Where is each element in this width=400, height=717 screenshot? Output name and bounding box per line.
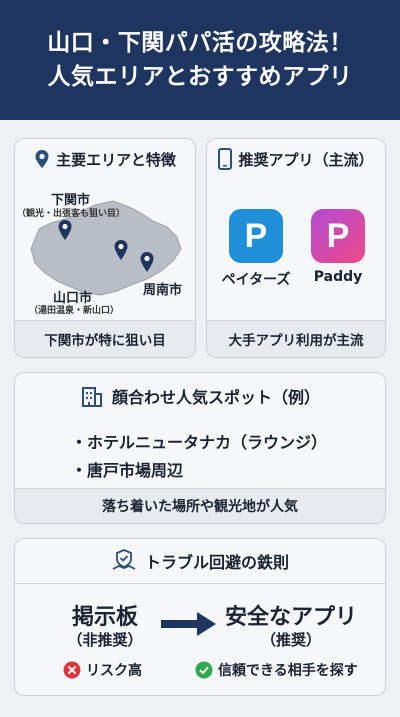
building-icon: [80, 384, 104, 408]
smartphone-icon: [218, 148, 233, 170]
bulletin-board-label: 掲示板: [71, 605, 138, 630]
apps-card-footer: 大手アプリ利用が主流: [207, 320, 385, 357]
areas-card-title: 主要エリアと特徴: [56, 150, 176, 169]
spots-card-header: 顔合わせ人気スポット（例）: [15, 373, 385, 419]
note-yamaguchi: （湯田温泉・新山口）: [29, 306, 120, 316]
paters-app-name: ペイターズ: [221, 272, 291, 288]
spot-item-2: ・唐戸市場周辺: [71, 461, 184, 480]
bulletin-board-sub: （非推奨）: [67, 631, 143, 649]
header-title-line1: 山口・下関パパ活の攻略法！: [47, 30, 353, 56]
trouble-card-title: トラブル回避の鉄則: [144, 553, 289, 572]
spots-card-title: 顔合わせ人気スポット（例）: [111, 388, 320, 407]
trust-note-text: 信頼できる相手を探す: [218, 663, 358, 679]
map-pin-shimonoseki: [58, 220, 72, 240]
prefecture-map: [21, 179, 191, 319]
trouble-card: トラブル回避の鉄則 掲示板 （非推奨） 安全なアプリ （推奨） リスク高 信頼で…: [14, 538, 386, 696]
trouble-card-header: トラブル回避の鉄則: [15, 539, 385, 584]
apps-card-title: 推奨アプリ（主流）: [238, 150, 374, 169]
handshake-shield-icon: [111, 549, 137, 573]
safe-app-sub: （推奨）: [260, 631, 321, 649]
arrow-right-icon: [161, 611, 217, 641]
spot-item-1: ・ホテルニュータナカ（ラウンジ）: [71, 433, 328, 452]
note-shimonoseki: （観光・出張客も狙い目）: [17, 209, 126, 219]
cross-circle-icon: [63, 661, 81, 679]
safe-app-label: 安全なアプリ: [224, 605, 357, 630]
paddy-app-name: Paddy: [313, 269, 363, 285]
header-banner: 山口・下関パパ活の攻略法！ 人気エリアとおすすめアプリ: [0, 0, 400, 120]
spots-card-footer: 落ち着いた場所や観光地が人気: [15, 488, 385, 523]
paddy-app-icon[interactable]: P: [311, 209, 365, 263]
risk-note-text: リスク高: [86, 663, 142, 679]
paters-app-icon[interactable]: P: [229, 209, 283, 263]
map-pin-shunan: [140, 252, 154, 272]
map-pin-yamaguchi: [114, 240, 128, 260]
header-title-line2: 人気エリアとおすすめアプリ: [47, 64, 353, 90]
apps-card-header: 推奨アプリ（主流）: [207, 139, 385, 179]
location-pin-icon: [34, 149, 50, 169]
spots-card: 顔合わせ人気スポット（例） ・ホテルニュータナカ（ラウンジ） ・唐戸市場周辺 落…: [14, 372, 386, 524]
trust-note: 信頼できる相手を探す: [195, 660, 358, 680]
areas-card-header: 主要エリアと特徴: [15, 139, 195, 179]
check-circle-icon: [195, 661, 213, 679]
areas-card: 主要エリアと特徴 下関市 （観光・出張客も狙い目） 山口市 （湯田温泉・新山口）…: [14, 138, 196, 358]
apps-card: 推奨アプリ（主流） P P ペイターズ Paddy 大手アプリ利用が主流: [206, 138, 386, 358]
areas-card-footer: 下関市が特に狙い目: [15, 320, 195, 357]
risk-note: リスク高: [63, 660, 142, 680]
label-shunan: 周南市: [143, 283, 183, 298]
